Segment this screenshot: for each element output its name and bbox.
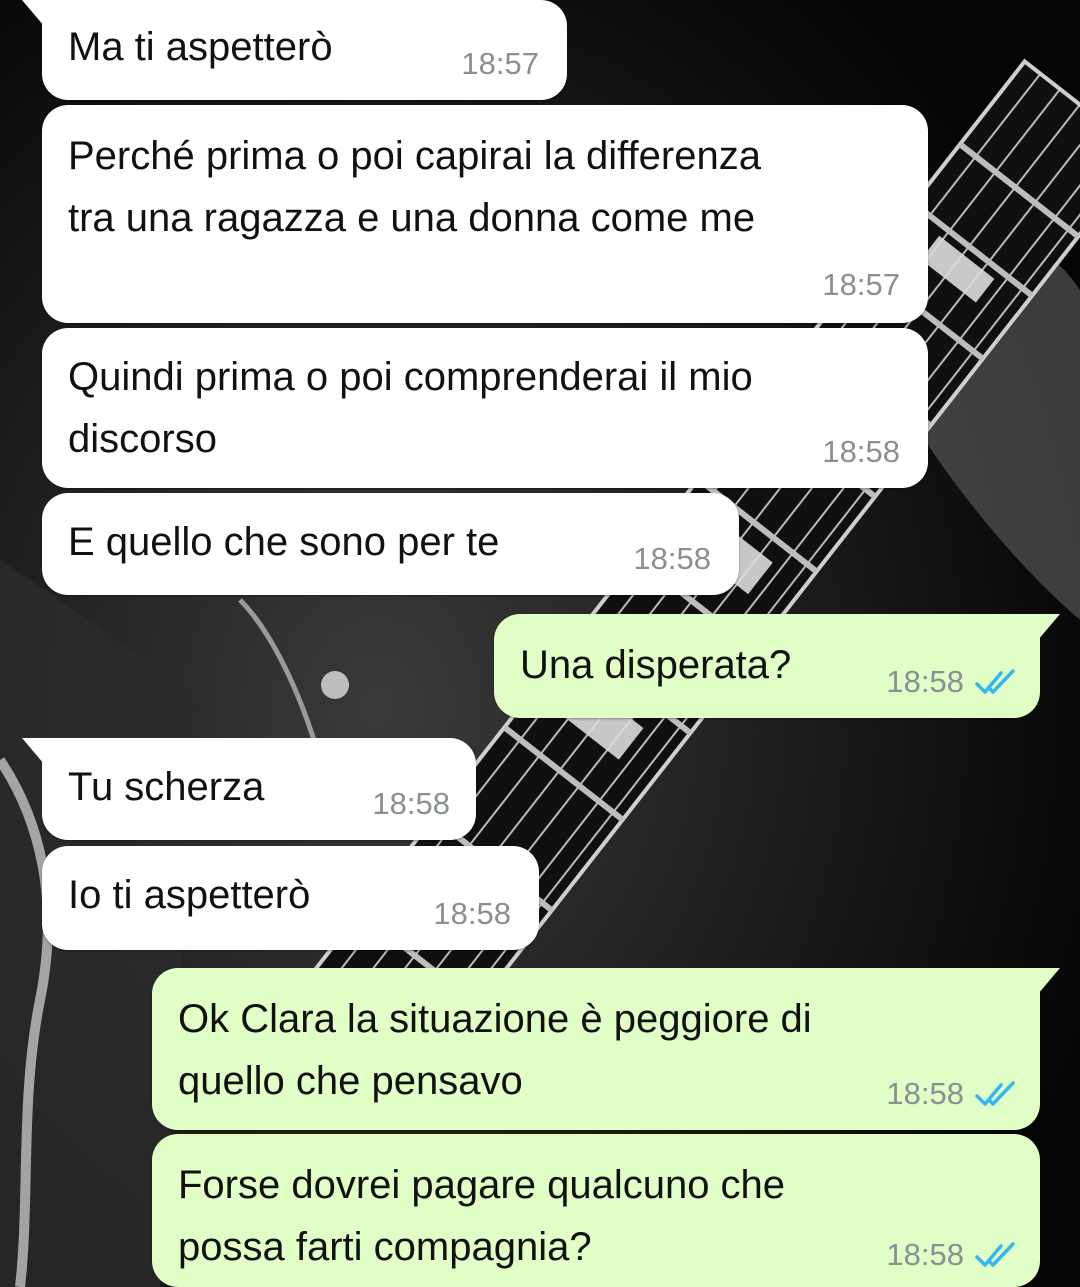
message-text: Ok Clara la situazione è peggiore di que… xyxy=(178,997,812,1103)
message-bubble-outgoing[interactable]: Forse dovrei pagare qualcuno che possa f… xyxy=(152,1134,1040,1287)
message-time: 18:58 xyxy=(372,786,450,821)
message-time: 18:58 xyxy=(886,1076,964,1111)
message-time: 18:58 xyxy=(433,896,511,931)
message-bubble-incoming[interactable]: E quello che sono per te 18:58 xyxy=(42,493,739,595)
double-check-icon xyxy=(975,1081,1015,1106)
message-text: Una disperata? xyxy=(520,643,792,687)
message-text: Tu scherza xyxy=(68,765,265,809)
message-text: Perché prima o poi capirai la differenza… xyxy=(68,134,761,240)
message-time: 18:57 xyxy=(461,46,539,81)
message-bubble-outgoing[interactable]: Una disperata? 18:58 xyxy=(494,614,1060,718)
message-time: 18:58 xyxy=(822,434,900,469)
message-text: Quindi prima o poi comprenderai il mio d… xyxy=(68,355,753,461)
message-time: 18:57 xyxy=(822,267,900,302)
message-bubble-incoming[interactable]: Ma ti aspetterò 18:57 xyxy=(22,0,567,100)
message-time: 18:58 xyxy=(886,664,964,699)
message-text: E quello che sono per te xyxy=(68,520,500,564)
message-time: 18:58 xyxy=(886,1237,964,1272)
double-check-icon xyxy=(975,1242,1015,1267)
message-text: Io ti aspetterò xyxy=(68,873,311,917)
message-bubble-incoming[interactable]: Tu scherza 18:58 xyxy=(22,738,476,840)
message-time: 18:58 xyxy=(633,541,711,576)
message-bubble-incoming[interactable]: Perché prima o poi capirai la differenza… xyxy=(42,105,928,323)
message-text: Forse dovrei pagare qualcuno che possa f… xyxy=(178,1163,786,1269)
double-check-icon xyxy=(975,669,1015,694)
message-bubble-outgoing[interactable]: Ok Clara la situazione è peggiore di que… xyxy=(152,968,1060,1130)
message-bubble-incoming[interactable]: Io ti aspetterò 18:58 xyxy=(42,846,539,950)
message-bubble-incoming[interactable]: Quindi prima o poi comprenderai il mio d… xyxy=(42,328,928,488)
message-text: Ma ti aspetterò xyxy=(68,25,333,69)
